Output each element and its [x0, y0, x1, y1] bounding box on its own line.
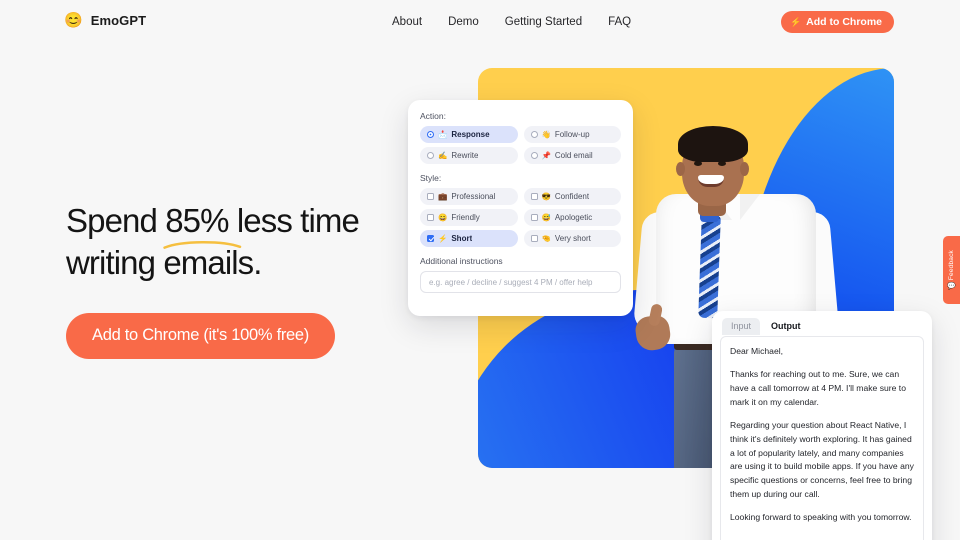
preview-tabs: Input Output [720, 318, 924, 335]
person-ear-right [740, 162, 749, 176]
action-option-response[interactable]: 📩 Response [420, 126, 518, 143]
style-section-label: Style: [420, 173, 442, 183]
waving-hand-emoji: 👋 [541, 129, 551, 139]
style-options-group: 💼 Professional 😎 Confident 😄 Friendly 😅 … [420, 188, 621, 247]
hero-text-block: Spend 85% less time writing emails. Add t… [66, 200, 426, 359]
checkbox-icon[interactable] [530, 235, 538, 242]
smiling-face-emoji: 😊 [64, 12, 83, 29]
headline-part-1: Spend [66, 202, 166, 239]
radio-icon[interactable] [427, 152, 434, 159]
tab-input[interactable]: Input [722, 318, 761, 335]
email-salutation: Dear Michael, [730, 346, 784, 356]
style-option-label: Confident [554, 192, 590, 201]
header-cta-label: Add to Chrome [806, 16, 882, 28]
style-option-label: Professional [451, 192, 496, 201]
landing-page: 😊 EmoGPT About Demo Getting Started FAQ … [0, 0, 960, 540]
style-option-confident[interactable]: 😎 Confident [523, 188, 621, 205]
headline-highlight-wrap: 85% [163, 200, 242, 249]
nav-item-faq[interactable]: FAQ [608, 16, 631, 28]
hero-add-to-chrome-button[interactable]: Add to Chrome (it's 100% free) [66, 312, 335, 359]
style-option-short[interactable]: ⚡ Short [420, 230, 518, 247]
action-option-label: Follow-up [554, 130, 590, 139]
style-option-professional[interactable]: 💼 Professional [420, 188, 518, 205]
underline-swash-icon [163, 240, 242, 249]
lightning-bolt-icon: ⚡ [789, 16, 802, 27]
email-paragraph-2: Regarding your question about React Nati… [730, 419, 914, 500]
radio-icon[interactable] [530, 152, 538, 159]
grinning-face-emoji: 😄 [438, 212, 448, 222]
site-header: 😊 EmoGPT About Demo Getting Started FAQ … [0, 0, 960, 46]
checkbox-icon[interactable] [427, 214, 434, 221]
style-option-friendly[interactable]: 😄 Friendly [420, 209, 518, 226]
speech-balloon-icon: 💬 [947, 283, 956, 291]
tab-output[interactable]: Output [762, 318, 810, 335]
nav-item-demo[interactable]: Demo [448, 16, 479, 28]
style-option-label: Short [451, 234, 473, 243]
briefcase-emoji: 💼 [438, 191, 448, 201]
main-navigation: About Demo Getting Started FAQ [392, 16, 631, 28]
action-options-group: 📩 Response 👋 Follow-up ✍️ Rewrite 📌 Cold… [420, 126, 621, 164]
brand-name: EmoGPT [90, 13, 147, 28]
checkbox-icon[interactable] [530, 193, 538, 200]
radio-icon[interactable] [530, 131, 538, 138]
email-closing: Looking forward to speaking with you tom… [730, 512, 912, 523]
style-option-label: Very short [554, 234, 591, 243]
email-preview-card: Input Output Dear Michael, Thanks for re… [712, 311, 932, 540]
checkbox-icon[interactable] [530, 214, 538, 221]
pushpin-emoji: 📌 [541, 150, 551, 160]
headline-part-2: less time [228, 202, 360, 239]
person-ear-left [676, 162, 685, 176]
person-collar-right [740, 194, 760, 220]
feedback-tab[interactable]: Feedback 💬 [943, 236, 960, 304]
nav-item-getting-started[interactable]: Getting Started [505, 16, 582, 28]
header-add-to-chrome-button[interactable]: ⚡ Add to Chrome [780, 11, 894, 33]
sunglasses-face-emoji: 😎 [541, 191, 551, 201]
pinching-hand-emoji: 🤏 [541, 233, 551, 243]
person-mouth [698, 175, 724, 187]
sweat-smile-emoji: 😅 [541, 212, 551, 222]
extension-settings-card: Action: 📩 Response 👋 Follow-up ✍️ Rewrit… [408, 100, 633, 316]
action-option-label: Rewrite [451, 151, 479, 160]
action-option-label: Response [451, 130, 490, 139]
style-option-apologetic[interactable]: 😅 Apologetic [523, 209, 621, 226]
page-title: Spend 85% less time writing emails. [66, 200, 426, 284]
email-paragraph-1: Thanks for reaching out to me. Sure, we … [730, 368, 906, 407]
additional-instructions-label: Additional instructions [420, 256, 503, 266]
action-option-cold-email[interactable]: 📌 Cold email [523, 147, 621, 164]
feedback-tab-label: Feedback [948, 249, 955, 281]
generated-email-body[interactable]: Dear Michael, Thanks for reaching out to… [720, 336, 924, 540]
action-option-label: Cold email [554, 151, 593, 160]
person-hair [678, 126, 748, 162]
radio-icon[interactable] [427, 131, 434, 138]
headline-highlight: 85% [165, 202, 229, 239]
incoming-envelope-emoji: 📩 [438, 129, 448, 139]
brand-logo[interactable]: 😊 EmoGPT [64, 13, 146, 28]
writing-hand-emoji: ✍️ [438, 150, 448, 160]
nav-item-about[interactable]: About [392, 16, 422, 28]
action-option-rewrite[interactable]: ✍️ Rewrite [420, 147, 518, 164]
lightning-bolt-emoji: ⚡ [438, 233, 448, 243]
person-necktie [698, 215, 721, 319]
checkbox-icon[interactable] [427, 193, 434, 200]
style-option-very-short[interactable]: 🤏 Very short [523, 230, 621, 247]
additional-instructions-input[interactable] [420, 271, 621, 293]
action-option-follow-up[interactable]: 👋 Follow-up [523, 126, 621, 143]
checkbox-icon[interactable] [427, 235, 434, 242]
style-option-label: Apologetic [554, 213, 593, 222]
style-option-label: Friendly [451, 213, 480, 222]
action-section-label: Action: [420, 111, 446, 121]
